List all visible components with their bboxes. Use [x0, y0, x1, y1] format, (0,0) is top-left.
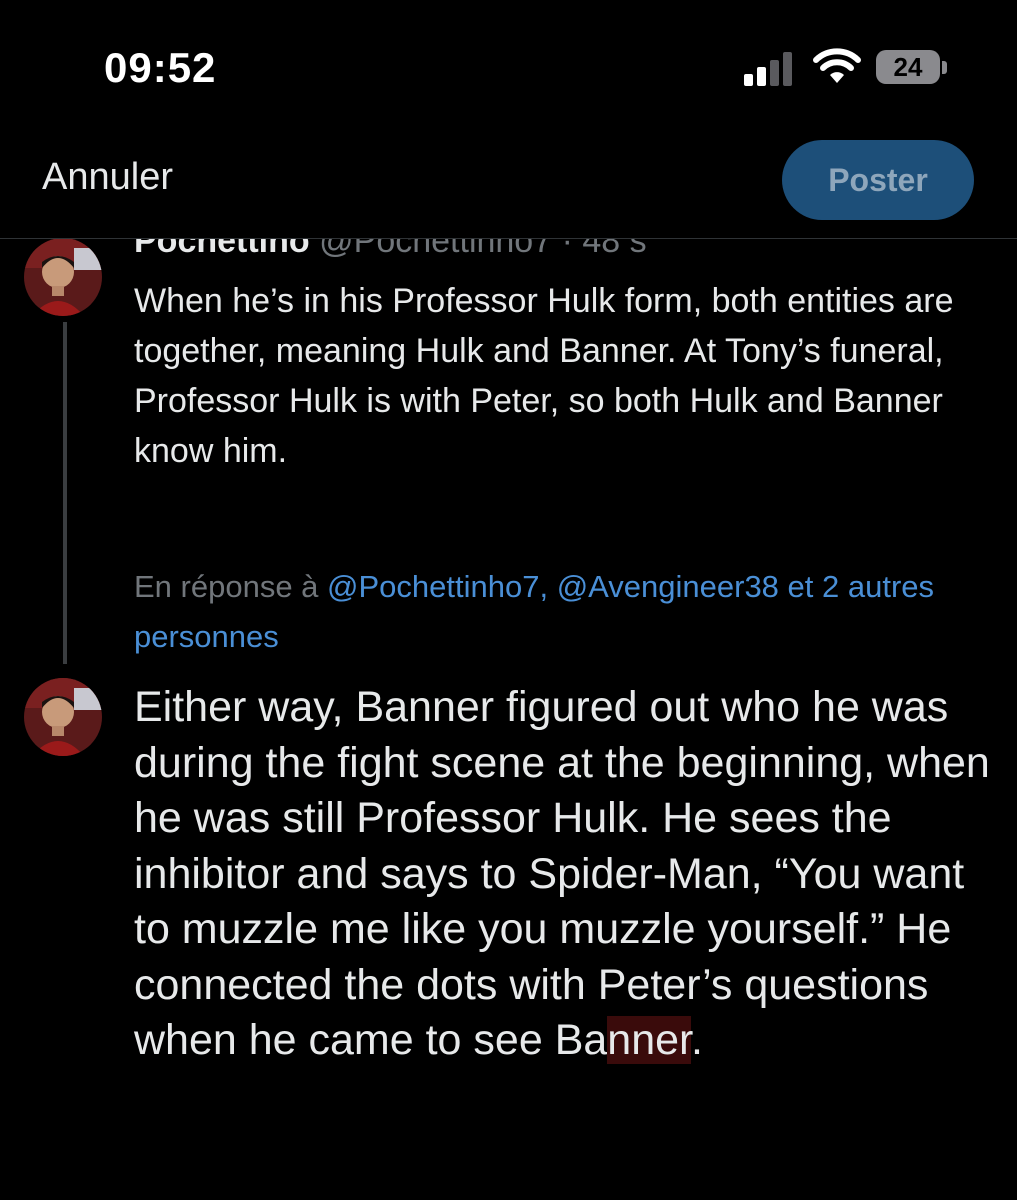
- signal-icon: [744, 52, 792, 86]
- compose-header: Annuler Poster: [0, 130, 1017, 239]
- post-button[interactable]: Poster: [782, 140, 974, 220]
- draft-text-end: .: [691, 1016, 703, 1064]
- reply-prefix: En réponse à: [134, 569, 328, 604]
- avatar[interactable]: [24, 678, 102, 756]
- cancel-button[interactable]: Annuler: [42, 156, 173, 199]
- avatar[interactable]: [24, 238, 102, 316]
- thread: Pochettino @Pochettinho7 · 48 s When he’…: [0, 200, 1017, 1200]
- battery-level: 24: [893, 51, 923, 82]
- thread-line: [63, 322, 67, 664]
- battery-icon: 24: [876, 50, 948, 86]
- draft-text-highlighted: nner: [607, 1016, 691, 1064]
- wifi-icon: [813, 48, 861, 83]
- draft-text-input[interactable]: Either way, Banner figured out who he wa…: [134, 680, 1004, 1069]
- draft-text-main: Either way, Banner figured out who he wa…: [134, 683, 990, 1064]
- status-bar: 09:52 24: [0, 0, 1017, 130]
- status-time: 09:52: [104, 44, 217, 91]
- reply-info: En réponse à @Pochettinho7, @Avengineer3…: [134, 562, 954, 662]
- tweet-text: When he’s in his Professor Hulk form, bo…: [134, 282, 954, 470]
